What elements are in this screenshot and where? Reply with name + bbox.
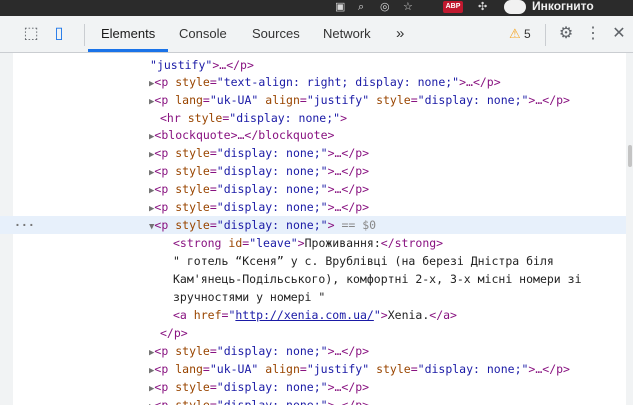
toolbar-divider	[84, 24, 85, 46]
selected-dom-node-row[interactable]: ··· ▼<p style="display: none;"> == $0	[0, 216, 626, 234]
extensions-puzzle-icon[interactable]: ✣	[478, 1, 487, 14]
dom-node-row[interactable]: ▶<p style="display: none;">…</p>	[0, 144, 626, 162]
dom-node-row[interactable]: "justify">…</p>	[0, 56, 626, 74]
eye-slash-icon[interactable]: ◎	[380, 1, 390, 14]
warnings-count: 5	[524, 27, 531, 41]
dom-node-row[interactable]: <strong id="leave">Проживання:</strong>	[0, 234, 626, 252]
cast-icon[interactable]: ▣	[335, 1, 345, 14]
active-tab-indicator	[88, 49, 168, 52]
dom-node-row[interactable]: ▶<blockquote>…</blockquote>	[0, 126, 626, 144]
dom-node-row[interactable]: ▶<p lang="uk-UA" align="justify" style="…	[0, 360, 626, 378]
toolbar-divider-right	[545, 24, 546, 46]
adblock-extension-icon[interactable]: ABP	[443, 1, 463, 13]
dom-node-row[interactable]: </p>	[0, 324, 626, 342]
tab-network[interactable]: Network	[323, 16, 371, 52]
dom-node-row[interactable]: ▶<p style="display: none;">…</p>	[0, 162, 626, 180]
settings-gear-icon[interactable]: ⚙	[556, 24, 576, 44]
dom-node-row[interactable]: <hr style="display: none;">	[0, 109, 626, 127]
dom-node-row[interactable]: <a href="http://xenia.com.ua/">Xenia.</a…	[0, 306, 626, 324]
tab-console[interactable]: Console	[179, 16, 227, 52]
dom-tree[interactable]: "justify">…</p> ▶<p style="text-align: r…	[0, 53, 626, 405]
incognito-label: Инкогнито	[532, 0, 594, 13]
search-icon[interactable]: ⌕	[358, 1, 364, 14]
text-node-row[interactable]: Кам'янець-Подільського), комфортні 2-х, …	[0, 270, 626, 288]
dom-node-row[interactable]: ▶<p style="display: none;">…</p>	[0, 198, 626, 216]
device-toolbar-icon[interactable]: ▯	[49, 24, 69, 44]
warnings-badge[interactable]: ⚠ 5	[509, 26, 531, 42]
more-tabs-button[interactable]: »	[396, 16, 404, 52]
href-link[interactable]: http://xenia.com.ua/	[235, 308, 373, 322]
inspect-element-icon[interactable]: ⬚	[21, 24, 41, 44]
dom-node-row[interactable]: ▶<p style="display: none;">…</p>	[0, 396, 626, 405]
star-icon[interactable]: ☆	[403, 1, 413, 14]
dom-node-row[interactable]: ▶<p style="display: none;">…</p>	[0, 180, 626, 198]
text-node-row[interactable]: зручностями у номері "	[0, 288, 626, 306]
dom-node-row[interactable]: ▶<p style="text-align: right; display: n…	[0, 73, 626, 91]
devtools-toolbar: ⬚ ▯ Elements Console Sources Network » ⚠…	[0, 16, 633, 53]
dom-node-row[interactable]: ▶<p style="display: none;">…</p>	[0, 378, 626, 396]
tab-sources[interactable]: Sources	[252, 16, 300, 52]
text-node-row[interactable]: " готель “Ксеня” у с. Врублівці (на бере…	[0, 252, 626, 270]
selected-node-marker: == $0	[341, 218, 377, 232]
dom-node-row[interactable]: ▶<p style="display: none;">…</p>	[0, 342, 626, 360]
node-actions-ellipsis[interactable]: ···	[14, 216, 35, 234]
close-icon[interactable]: ✕	[609, 24, 629, 44]
browser-top-bar: ▣ ⌕ ◎ ☆ ABP ✣ Инкогнито	[0, 0, 633, 16]
scrollbar-thumb[interactable]	[628, 145, 632, 167]
dom-node-row[interactable]: ▶<p lang="uk-UA" align="justify" style="…	[0, 91, 626, 109]
vertical-scrollbar[interactable]	[626, 53, 633, 405]
warning-icon: ⚠	[509, 26, 521, 41]
more-options-icon[interactable]: ⋮	[583, 24, 603, 44]
tab-elements[interactable]: Elements	[101, 16, 155, 52]
incognito-icon[interactable]	[504, 0, 526, 14]
